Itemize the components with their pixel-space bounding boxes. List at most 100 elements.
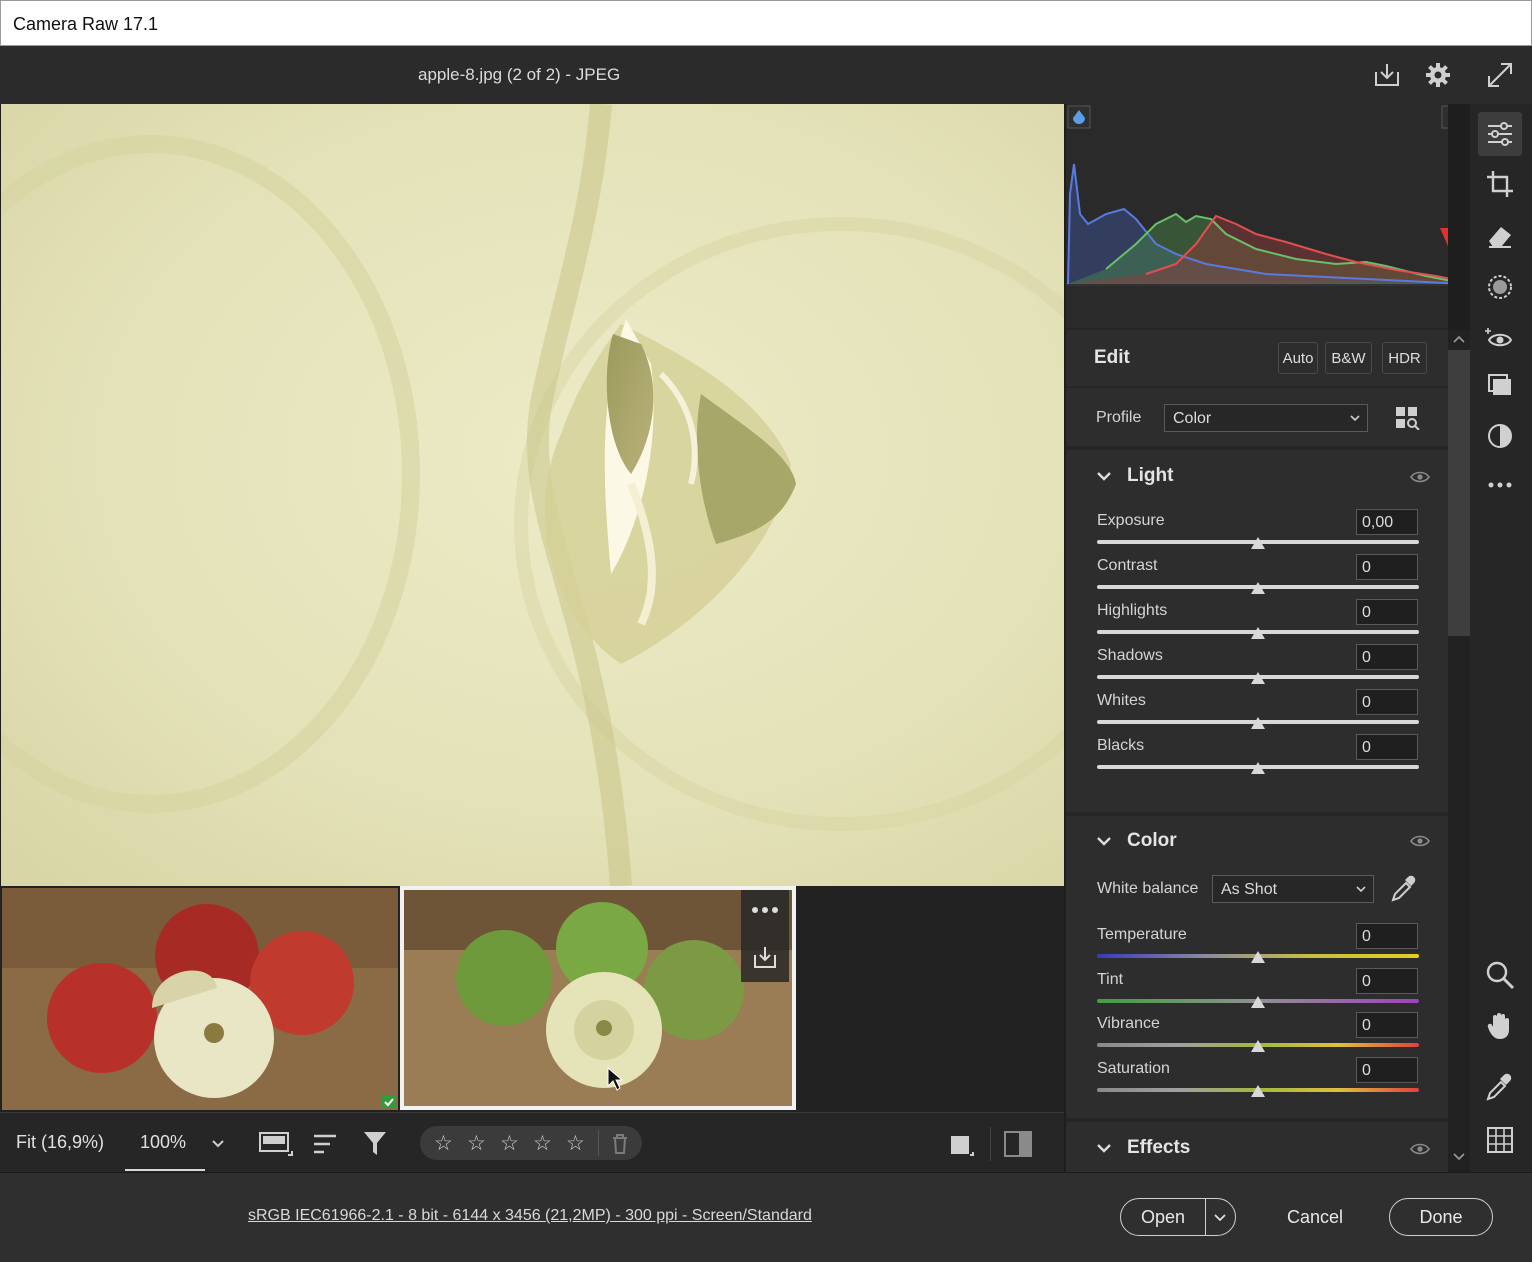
shadows-value-field[interactable]: 0 [1356,644,1418,670]
effects-visibility-eye-icon[interactable] [1410,1142,1430,1156]
color-sampler-icon[interactable] [1485,1072,1515,1102]
highlights-slider-handle[interactable] [1251,627,1265,639]
main-image-preview[interactable] [1,104,1064,886]
light-collapse-chevron-icon[interactable] [1096,468,1112,484]
window-title: Camera Raw 17.1 [13,14,159,34]
rating-divider [598,1130,599,1156]
contrast-label: Contrast [1097,557,1158,574]
effects-collapse-chevron-icon[interactable] [1096,1140,1112,1156]
thumbnail-green-apples[interactable] [400,886,796,1110]
bw-button[interactable]: B&W [1325,342,1372,374]
open-button[interactable]: Open [1141,1207,1185,1228]
exposure-value-field[interactable]: 0,00 [1356,509,1418,535]
color-visibility-eye-icon[interactable] [1410,834,1430,848]
right-toolbar [1470,104,1532,1172]
scroll-up-icon[interactable] [1452,334,1466,344]
cancel-button[interactable]: Cancel [1287,1207,1343,1228]
contrast-slider-handle[interactable] [1251,582,1265,594]
vibrance-label: Vibrance [1097,1015,1160,1032]
zoom-value: 100% [140,1132,187,1152]
fullscreen-icon[interactable] [1485,60,1515,90]
profile-label: Profile [1096,409,1142,426]
temperature-slider-handle[interactable] [1251,951,1265,963]
star-5[interactable]: ☆ [566,1131,585,1156]
chevron-down-icon [1356,886,1366,893]
temperature-value-field[interactable]: 0 [1356,923,1418,949]
eyedropper-icon[interactable] [1390,875,1416,903]
color-collapse-chevron-icon[interactable] [1096,833,1112,849]
auto-button[interactable]: Auto [1278,342,1318,374]
thumbnail-actions [741,890,789,982]
vibrance-value-field[interactable]: 0 [1356,1012,1418,1038]
blacks-slider-handle[interactable] [1251,762,1265,774]
profile-dropdown[interactable]: Color [1164,404,1368,432]
open-options-chevron-icon[interactable] [1212,1212,1228,1224]
hand-icon[interactable] [1485,1011,1515,1041]
status-bar: sRGB IEC61966-2.1 - 8 bit - 6144 x 3456 … [0,1172,1532,1262]
thumbnail-red-apples[interactable] [2,888,398,1110]
view-divider [990,1127,991,1161]
grid-overlay-icon[interactable] [1485,1125,1515,1155]
star-1[interactable]: ☆ [434,1131,453,1156]
trash-icon[interactable] [610,1133,630,1155]
snapshots-icon[interactable] [1485,421,1515,451]
eraser-icon[interactable] [1485,221,1515,251]
zoom-value-field[interactable]: 100% [125,1113,205,1171]
highlights-value-field[interactable]: 0 [1356,599,1418,625]
save-thumbnail-icon[interactable] [752,944,778,970]
filmstrip-view-icon[interactable] [258,1129,294,1159]
exposure-label: Exposure [1097,512,1165,529]
hdr-button[interactable]: HDR [1382,342,1427,374]
more-options-icon[interactable] [751,906,779,914]
shadows-slider-handle[interactable] [1251,672,1265,684]
blacks-label: Blacks [1097,737,1145,754]
vibrance-slider-handle[interactable] [1251,1040,1265,1052]
panel-scrollbar[interactable] [1448,330,1470,1170]
light-visibility-eye-icon[interactable] [1410,470,1430,484]
tint-label: Tint [1097,971,1124,988]
star-3[interactable]: ☆ [500,1131,519,1156]
edit-sliders-icon[interactable] [1485,119,1515,149]
contrast-value-field[interactable]: 0 [1356,554,1418,580]
saturation-slider-handle[interactable] [1251,1085,1265,1097]
profile-browser-icon[interactable] [1395,406,1421,430]
open-button-group: Open [1120,1198,1236,1236]
filmstrip [0,886,1064,1112]
star-2[interactable]: ☆ [467,1131,486,1156]
white-balance-dropdown[interactable]: As Shot [1212,875,1374,903]
color-title[interactable]: Color [1127,830,1177,852]
before-after-icon[interactable] [1003,1129,1033,1159]
light-title[interactable]: Light [1127,465,1173,487]
done-button[interactable]: Done [1389,1198,1493,1236]
effects-title[interactable]: Effects [1127,1137,1190,1159]
masking-icon[interactable] [1485,272,1515,302]
scrollbar-thumb[interactable] [1448,350,1470,636]
scroll-down-icon[interactable] [1452,1152,1466,1162]
whites-slider-handle[interactable] [1251,717,1265,729]
sort-icon[interactable] [312,1131,342,1159]
single-view-icon[interactable] [948,1131,976,1159]
saturation-value-field[interactable]: 0 [1356,1057,1418,1083]
star-4[interactable]: ☆ [533,1131,552,1156]
exposure-slider-handle[interactable] [1251,537,1265,549]
tint-value-field[interactable]: 0 [1356,968,1418,994]
image-bottom-bar: Fit (16,9%) 100% ☆ ☆ ☆ ☆ ☆ [0,1112,1064,1172]
filter-icon[interactable] [362,1129,392,1159]
zoom-icon[interactable] [1485,960,1515,990]
presets-icon[interactable] [1485,371,1515,401]
fit-zoom-label[interactable]: Fit (16,9%) [16,1132,104,1153]
more-tools-icon[interactable] [1485,470,1515,500]
crop-icon[interactable] [1485,169,1515,199]
shadows-label: Shadows [1097,647,1163,664]
white-balance-label: White balance [1097,880,1199,897]
chevron-down-icon[interactable] [208,1137,228,1151]
profile-value: Color [1173,410,1212,427]
whites-value-field[interactable]: 0 [1356,689,1418,715]
saturation-label: Saturation [1097,1060,1170,1077]
tint-slider-handle[interactable] [1251,996,1265,1008]
red-eye-icon[interactable] [1485,324,1515,354]
settings-gear-icon[interactable] [1423,60,1453,90]
save-image-icon[interactable] [1372,60,1402,90]
workflow-options-link[interactable]: sRGB IEC61966-2.1 - 8 bit - 6144 x 3456 … [248,1207,812,1225]
blacks-value-field[interactable]: 0 [1356,734,1418,760]
